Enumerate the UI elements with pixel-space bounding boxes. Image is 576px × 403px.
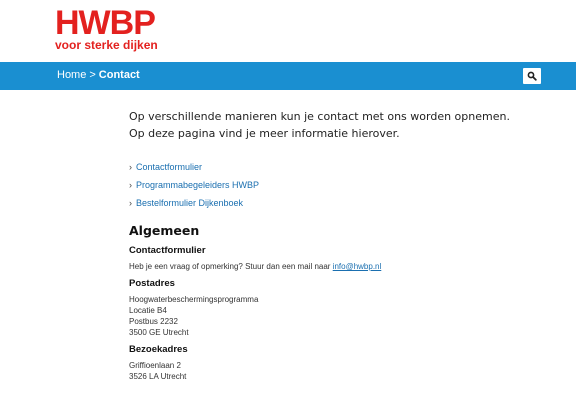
link-item-programmabegeleiders[interactable]: › Programmabegeleiders HWBP [129, 176, 529, 194]
bezoekadres-line: Griffioenlaan 2 [129, 361, 181, 370]
breadcrumb-home-link[interactable]: Home [57, 69, 86, 81]
contactform-heading: Contactformulier [129, 245, 206, 256]
contactform-block: Contactformulier Heb je een vraag of opm… [129, 245, 529, 272]
intro-line-1: Op verschillende manieren kun je contact… [129, 110, 510, 123]
bezoekadres-block: Bezoekadres Griffioenlaan 2 3526 LA Utre… [129, 344, 529, 382]
bezoekadres-heading: Bezoekadres [129, 344, 188, 355]
breadcrumb-separator: > [89, 69, 96, 81]
link-contactformulier[interactable]: Contactformulier [136, 162, 202, 172]
chevron-right-icon: › [129, 198, 132, 208]
contactform-text: Heb je een vraag of opmerking? Stuur dan… [129, 261, 529, 272]
contactform-text-body: Heb je een vraag of opmerking? Stuur dan… [129, 262, 333, 271]
breadcrumb: Home > Contact [57, 69, 140, 81]
site-header: HWBP voor sterke dijken [0, 0, 576, 62]
email-link[interactable]: info@hwbp.nl [333, 262, 382, 271]
postadres-heading: Postadres [129, 278, 175, 289]
intro-line-2: Op deze pagina vind je meer informatie h… [129, 127, 400, 140]
section-title: Algemeen [129, 223, 200, 238]
link-item-contactformulier[interactable]: › Contactformulier [129, 158, 529, 176]
search-icon [527, 71, 537, 81]
breadcrumb-current: Contact [98, 69, 140, 81]
link-programmabegeleiders[interactable]: Programmabegeleiders HWBP [136, 180, 259, 190]
hwbp-logo[interactable]: HWBP voor sterke dijken [55, 4, 158, 52]
intro-text: Op verschillende manieren kun je contact… [129, 108, 529, 142]
postadres-line: 3500 GE Utrecht [129, 328, 189, 337]
logo-text: HWBP [55, 4, 156, 42]
logo-tagline: voor sterke dijken [55, 38, 158, 52]
main-content: Op verschillende manieren kun je contact… [129, 108, 529, 386]
chevron-right-icon: › [129, 180, 132, 190]
postadres-line: Hoogwaterbeschermingsprogramma [129, 295, 259, 304]
anchor-links: › Contactformulier › Programmabegeleiders … [129, 158, 529, 212]
postadres-line: Postbus 2232 [129, 317, 178, 326]
postadres-line: Locatie B4 [129, 306, 167, 315]
link-bestelformulier[interactable]: Bestelformulier Dijkenboek [136, 198, 243, 208]
chevron-right-icon: › [129, 162, 132, 172]
postadres-block: Postadres Hoogwaterbeschermingsprogramma… [129, 278, 529, 338]
search-button[interactable] [523, 68, 541, 84]
link-item-bestelformulier[interactable]: › Bestelformulier Dijkenboek [129, 194, 529, 212]
nav-bar: Home > Contact [0, 62, 576, 90]
bezoekadres-line: 3526 LA Utrecht [129, 372, 187, 381]
